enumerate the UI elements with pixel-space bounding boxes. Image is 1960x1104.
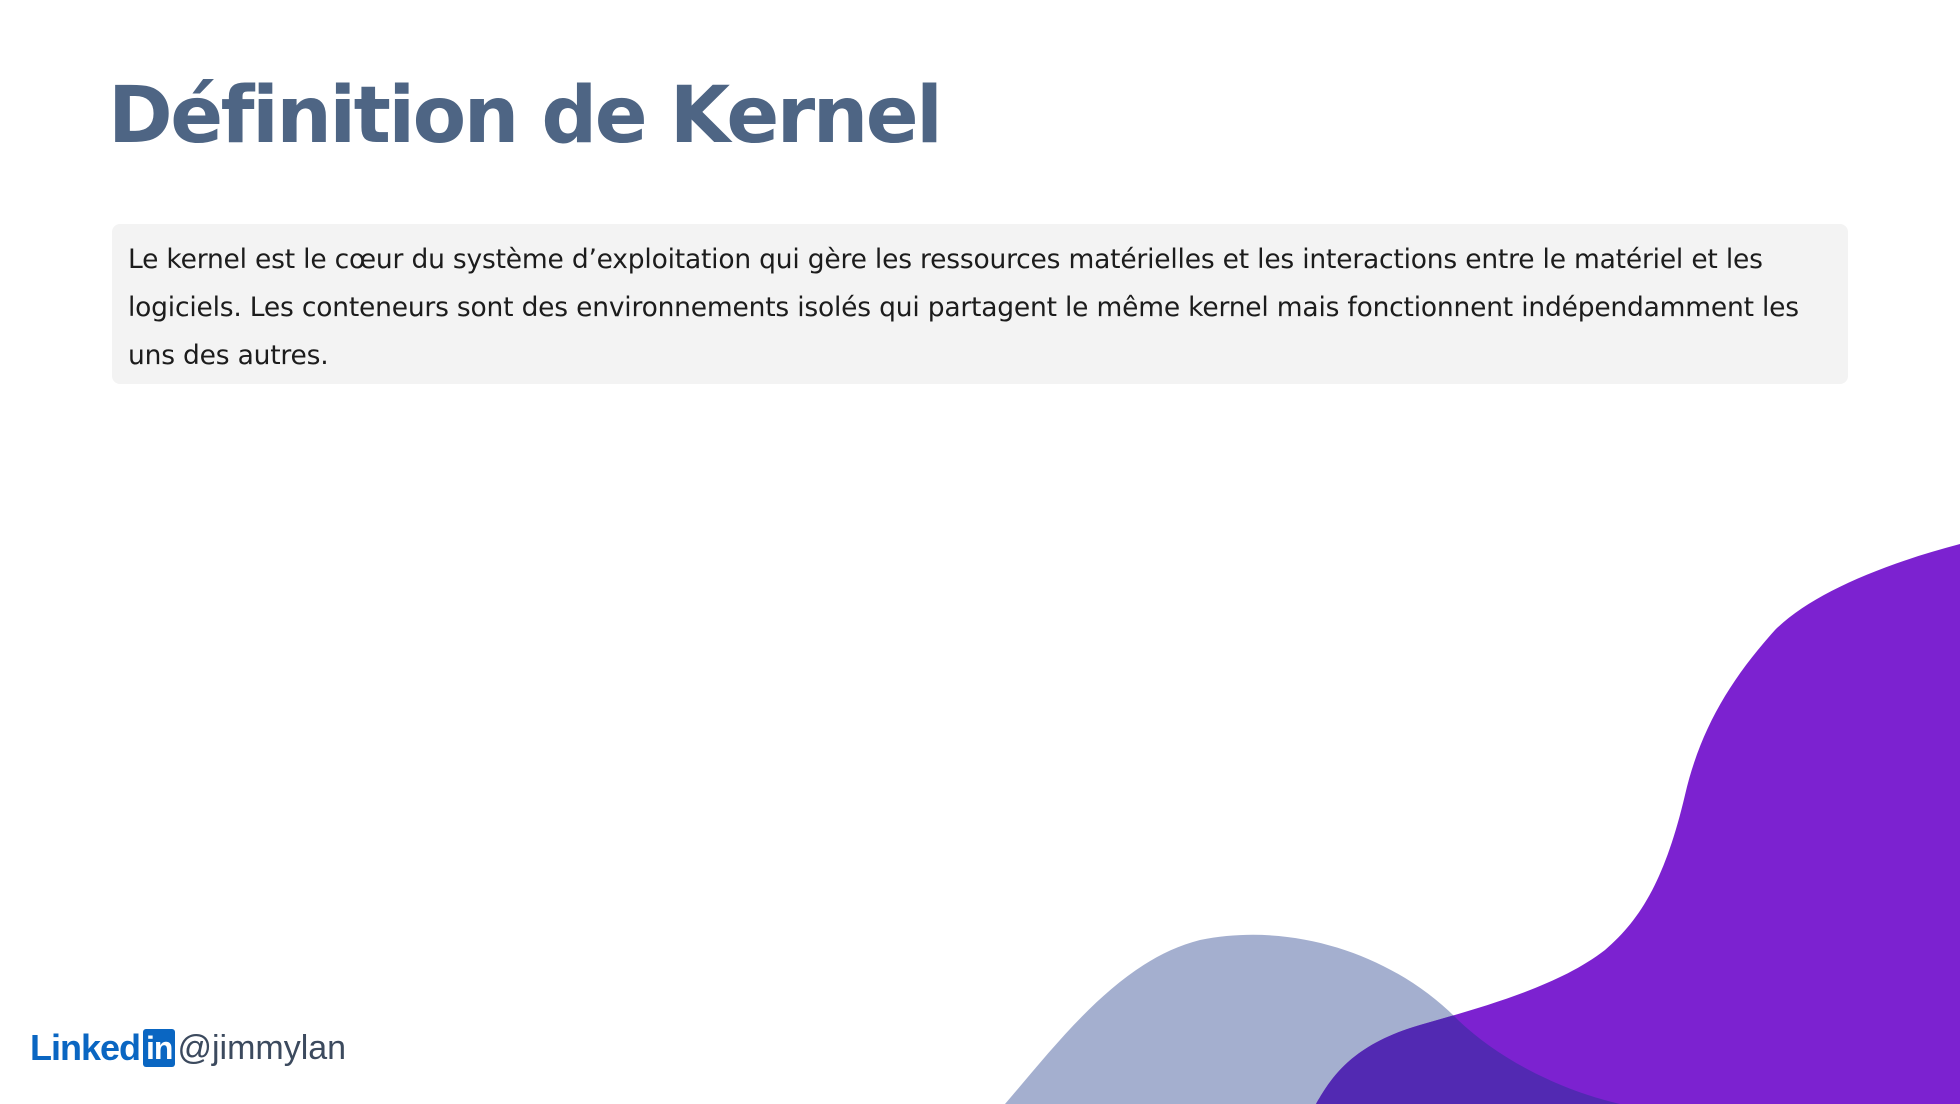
decorative-waves [1005,544,1960,1104]
linkedin-wordmark: Linked [30,1027,141,1068]
footer-linkedin: Linked in @jimmylan [30,1026,346,1070]
linkedin-logo: Linked in [30,1027,176,1068]
linkedin-in-icon: in [143,1029,176,1067]
slide: Définition de Kernel Le kernel est le cœ… [0,0,1960,1104]
linkedin-handle: @jimmylan [177,1029,347,1067]
